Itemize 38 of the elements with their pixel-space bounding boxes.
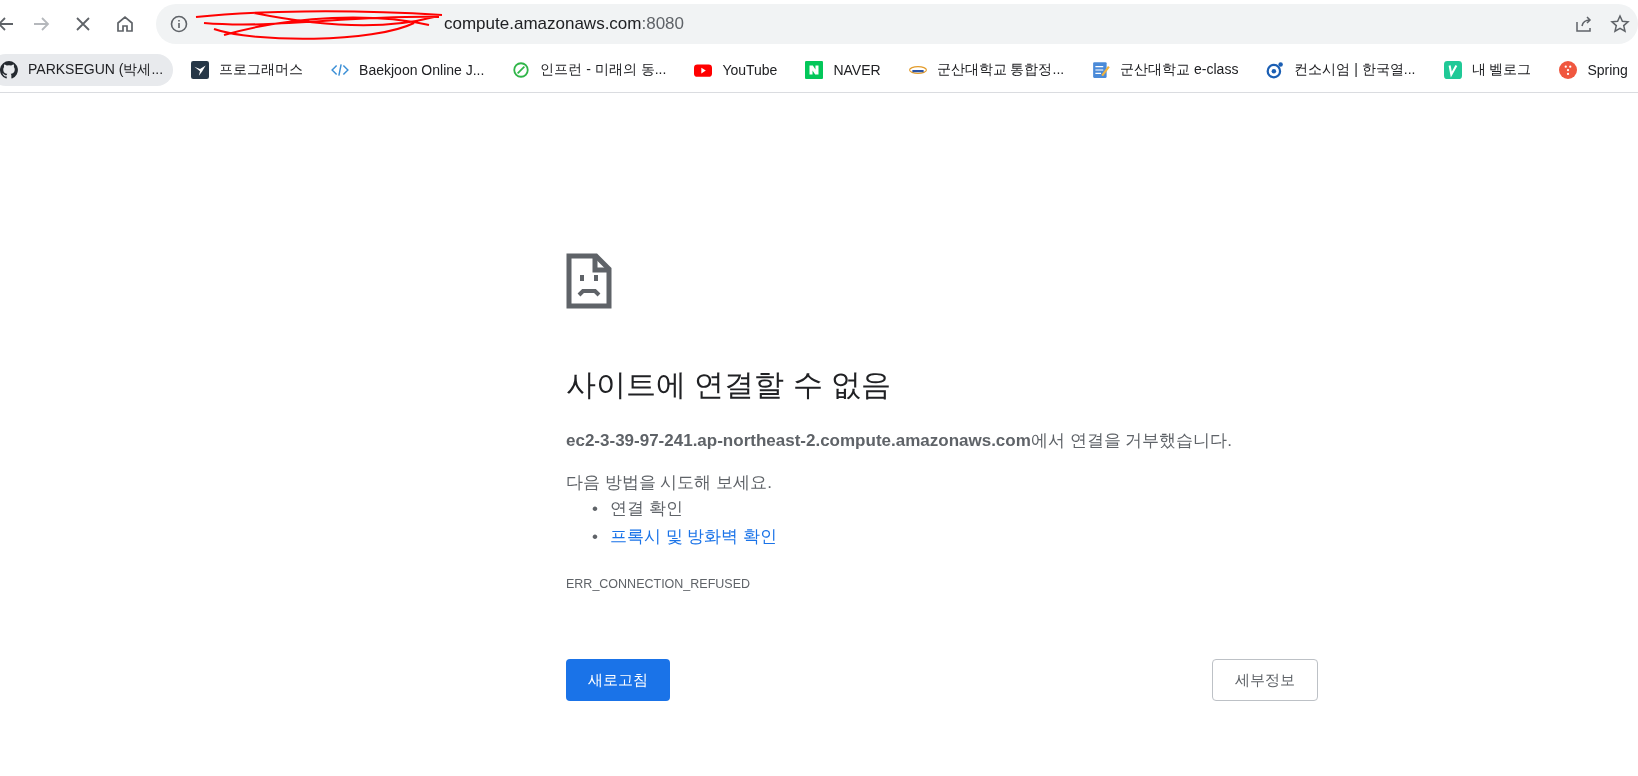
details-button[interactable]: 세부정보: [1212, 659, 1318, 702]
star-icon[interactable]: [1610, 14, 1630, 34]
bird-icon: [191, 61, 210, 79]
info-icon: [170, 15, 188, 33]
notepad-pencil-icon: [1092, 61, 1111, 79]
github-cat-icon: [0, 61, 18, 79]
bookmark-item[interactable]: 컨소시엄 | 한국열...: [1256, 54, 1426, 86]
reload-button[interactable]: 새로고침: [566, 659, 670, 702]
target-icon: [1266, 61, 1285, 79]
bookmark-item[interactable]: NAVER: [795, 54, 891, 86]
bookmark-item[interactable]: 군산대학교 e-class: [1082, 54, 1249, 86]
n-logo-icon: [805, 61, 824, 79]
bullet-mark: •: [592, 498, 598, 520]
code-brackets-icon: [331, 61, 350, 79]
suggestions-intro: 다음 방법을 시도해 보세요.: [566, 471, 773, 494]
sad-page-icon: [566, 253, 612, 309]
bookmark-item[interactable]: 군산대학교 통합정...: [898, 54, 1075, 86]
bookmark-item[interactable]: 프로그래머스: [181, 54, 314, 86]
dotted-circle-icon: [1559, 61, 1578, 79]
bookmark-item[interactable]: 인프런 - 미래의 동...: [502, 54, 677, 86]
share-icon[interactable]: [1574, 14, 1594, 34]
leaf-icon: [512, 61, 531, 79]
v-logo-icon: [1443, 61, 1462, 79]
error-title: 사이트에 연결할 수 없음: [566, 367, 892, 403]
play-button-icon: [694, 61, 713, 79]
bookmark-item[interactable]: 내 벨로그: [1433, 54, 1542, 86]
bookmark-item[interactable]: YouTube: [684, 54, 788, 86]
bookmark-item[interactable]: Baekjoon Online J...: [321, 54, 495, 86]
address-bar[interactable]: compute.amazonaws.com:8080: [156, 4, 1638, 44]
error-code: ERR_CONNECTION_REFUSED: [566, 577, 752, 592]
error-message: ec2-3-39-97-241.ap-northeast-2.compute.amazonaws.com에서 연결을 거부했습니다.: [566, 430, 1233, 452]
suggestion-text: 연결 확인: [609, 498, 683, 520]
url-text: compute.amazonaws.com:8080: [444, 14, 685, 34]
proxy-firewall-link[interactable]: 프록시 및 방화벽 확인: [609, 523, 778, 552]
bookmark-item[interactable]: PARKSEGUN (박세...: [0, 54, 174, 86]
home-icon: [115, 14, 135, 34]
bookmark-item[interactable]: Spring: [1549, 54, 1638, 86]
bullet-mark: •: [592, 526, 598, 549]
